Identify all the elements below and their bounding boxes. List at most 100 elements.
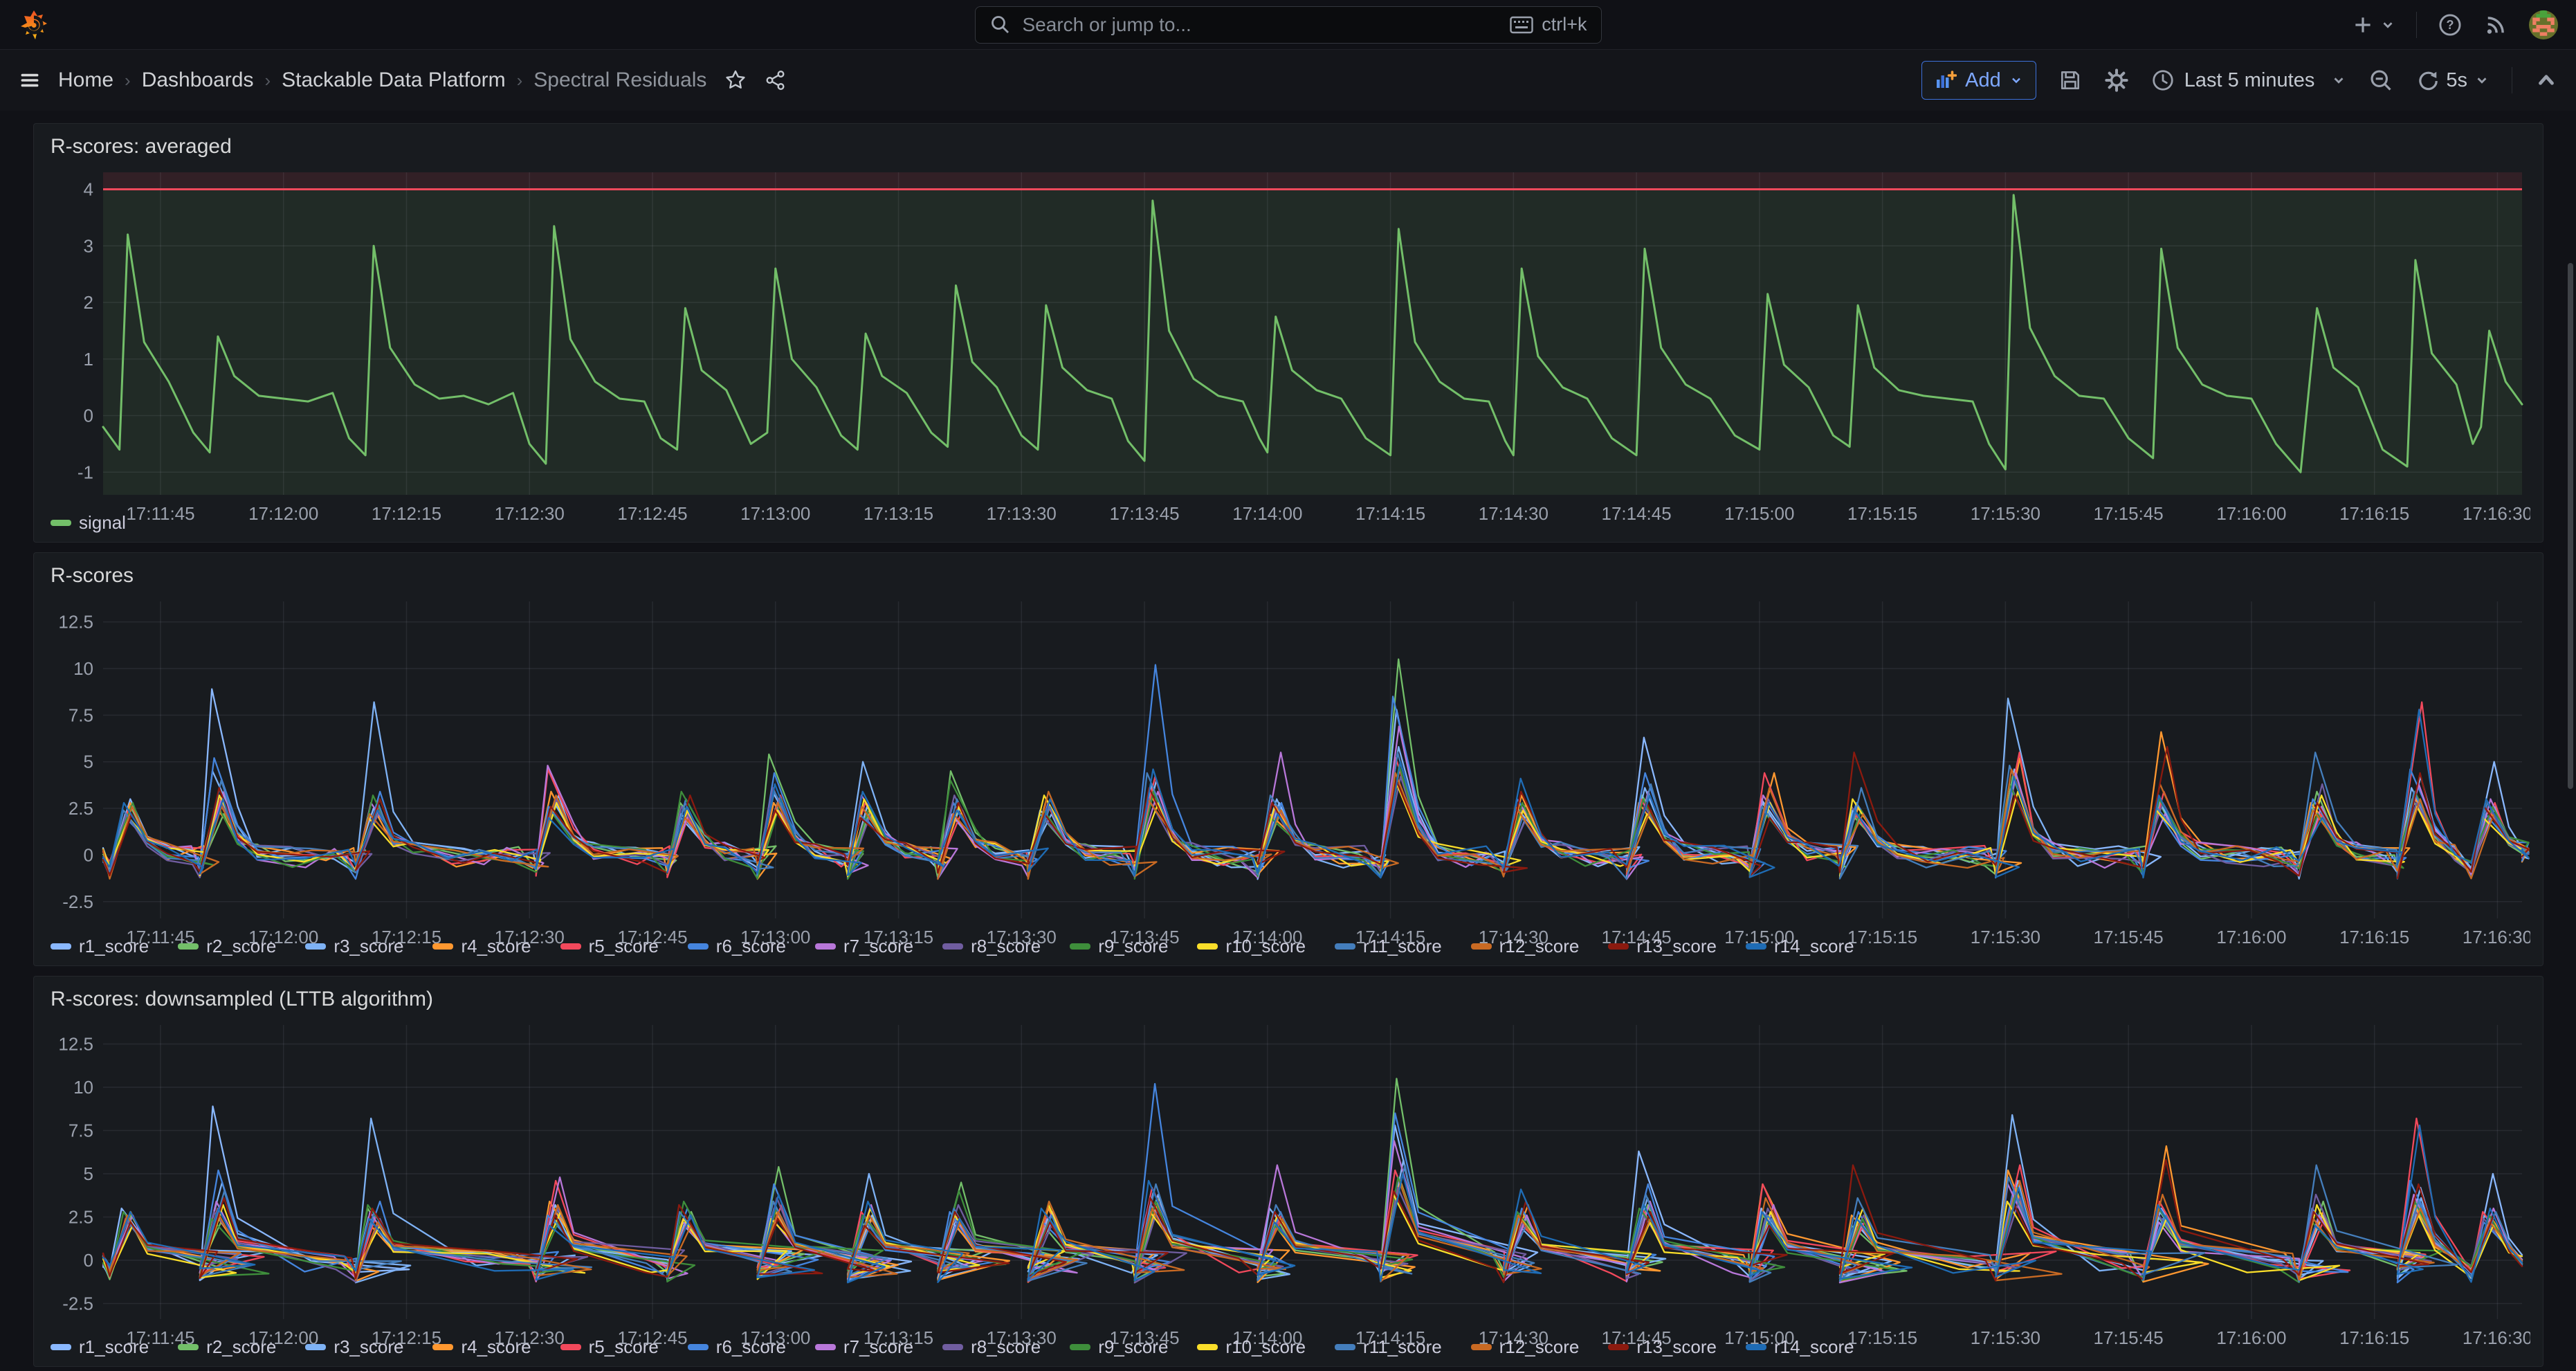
- legend-item-r8_score[interactable]: r8_score: [942, 936, 1041, 957]
- breadcrumb-dashboards[interactable]: Dashboards: [142, 69, 254, 92]
- svg-text:-2.5: -2.5: [62, 891, 93, 912]
- legend-swatch: [560, 943, 581, 950]
- legend-item-r2_score[interactable]: r2_score: [178, 1336, 276, 1358]
- panel-r-scores: R-scores 12.5107.552.50-2.517:11:4517:12…: [33, 552, 2543, 966]
- legend-item-r9_score[interactable]: r9_score: [1070, 936, 1168, 957]
- legend-item-r3_score[interactable]: r3_score: [305, 936, 403, 957]
- svg-text:12.5: 12.5: [58, 1034, 93, 1055]
- breadcrumb-home[interactable]: Home: [58, 69, 113, 92]
- search-shortcut: ctrl+k: [1510, 14, 1587, 35]
- legend-item-r13_score[interactable]: r13_score: [1608, 1336, 1717, 1358]
- legend-label: r13_score: [1636, 936, 1717, 957]
- legend-label: r14_score: [1774, 1336, 1854, 1358]
- breadcrumb-separator: ›: [123, 70, 132, 91]
- legend-swatch: [305, 943, 326, 950]
- legend-item-r6_score[interactable]: r6_score: [688, 936, 786, 957]
- legend-label: r12_score: [1499, 936, 1580, 957]
- legend-item-r14_score[interactable]: r14_score: [1746, 936, 1854, 957]
- legend-item-r4_score[interactable]: r4_score: [432, 936, 531, 957]
- legend-swatch: [178, 1344, 199, 1350]
- legend-item-r11_score[interactable]: r11_score: [1335, 1336, 1442, 1358]
- panel-title[interactable]: R-scores: averaged: [46, 132, 2530, 167]
- legend-item-r6_score[interactable]: r6_score: [688, 1336, 786, 1358]
- legend-item-r7_score[interactable]: r7_score: [815, 1336, 913, 1358]
- grafana-logo[interactable]: [18, 9, 50, 41]
- breadcrumb-separator: ›: [515, 70, 524, 91]
- legend-swatch: [1335, 943, 1355, 950]
- legend-swatch: [51, 943, 71, 950]
- legend-item-r13_score[interactable]: r13_score: [1608, 936, 1717, 957]
- legend-item-r14_score[interactable]: r14_score: [1746, 1336, 1854, 1358]
- legend-item-r9_score[interactable]: r9_score: [1070, 1336, 1168, 1358]
- legend-item-r1_score[interactable]: r1_score: [51, 1336, 149, 1358]
- legend-item-r10_score[interactable]: r10_score: [1197, 1336, 1306, 1358]
- legend-label: r9_score: [1098, 936, 1168, 957]
- legend-label: r1_score: [79, 936, 149, 957]
- mega-menu-toggle-button[interactable]: [18, 69, 42, 92]
- legend-item-r11_score[interactable]: r11_score: [1335, 936, 1442, 957]
- zoom-out-button[interactable]: [2368, 68, 2393, 93]
- breadcrumb-folder[interactable]: Stackable Data Platform: [282, 69, 505, 92]
- legend-label: r5_score: [589, 936, 659, 957]
- legend-swatch: [1608, 1344, 1629, 1350]
- new-menu-button[interactable]: [2351, 13, 2395, 37]
- legend-label: r2_score: [206, 1336, 276, 1358]
- breadcrumb-current-dashboard: Spectral Residuals: [533, 69, 706, 92]
- chevron-down-icon: [2474, 73, 2490, 88]
- legend-item-r7_score[interactable]: r7_score: [815, 936, 913, 957]
- legend-label: r1_score: [79, 1336, 149, 1358]
- legend-item-r3_score[interactable]: r3_score: [305, 1336, 403, 1358]
- time-series-chart-downsampled[interactable]: 12.5107.552.50-2.517:11:4517:12:0017:12:…: [46, 1019, 2530, 1329]
- legend-item-r5_score[interactable]: r5_score: [560, 1336, 659, 1358]
- grafana-dashboard-page: { "topbar": { "search_placeholder": "Sea…: [0, 0, 2576, 1371]
- save-dashboard-button[interactable]: [2058, 69, 2082, 92]
- legend-item-r4_score[interactable]: r4_score: [432, 1336, 531, 1358]
- panel-title[interactable]: R-scores: [46, 561, 2530, 596]
- legend-item-signal[interactable]: signal: [51, 512, 126, 534]
- svg-text:12.5: 12.5: [58, 612, 93, 633]
- panel-title[interactable]: R-scores: downsampled (LTTB algorithm): [46, 985, 2530, 1019]
- legend-swatch: [560, 1344, 581, 1350]
- legend-item-r2_score[interactable]: r2_score: [178, 936, 276, 957]
- legend-swatch: [942, 943, 963, 950]
- share-button[interactable]: [765, 69, 787, 91]
- chevron-down-icon: [2331, 73, 2346, 88]
- legend-item-r8_score[interactable]: r8_score: [942, 1336, 1041, 1358]
- legend-item-r12_score[interactable]: r12_score: [1471, 1336, 1580, 1358]
- help-button[interactable]: ?: [2438, 12, 2463, 37]
- legend-item-r1_score[interactable]: r1_score: [51, 936, 149, 957]
- news-rss-button[interactable]: [2483, 12, 2508, 37]
- legend-label: r6_score: [716, 936, 786, 957]
- page-scrollbar[interactable]: [2568, 263, 2573, 789]
- collapse-toolbar-button[interactable]: [2534, 69, 2558, 92]
- refresh-picker[interactable]: 5s: [2415, 69, 2490, 92]
- add-panel-button[interactable]: Add: [1921, 61, 2036, 100]
- legend-swatch: [305, 1344, 326, 1350]
- chart-legend: r1_score r2_score r3_score r4_score r5_score…: [46, 929, 2530, 960]
- dashboard-settings-button[interactable]: [2104, 68, 2129, 93]
- user-avatar[interactable]: [2529, 10, 2558, 39]
- legend-item-r5_score[interactable]: r5_score: [560, 936, 659, 957]
- svg-text:10: 10: [73, 1077, 93, 1098]
- favorite-star-button[interactable]: [724, 69, 747, 91]
- breadcrumb-separator: ›: [263, 70, 272, 91]
- svg-text:3: 3: [84, 235, 93, 256]
- legend-label: r10_score: [1225, 936, 1306, 957]
- legend-label: r6_score: [716, 1336, 786, 1358]
- chart-legend: signal: [46, 505, 2530, 536]
- refresh-icon: [2415, 69, 2439, 92]
- legend-label: r12_score: [1499, 1336, 1580, 1358]
- svg-text:5: 5: [84, 1163, 93, 1184]
- add-panel-icon: [1935, 69, 1957, 91]
- legend-item-r12_score[interactable]: r12_score: [1471, 936, 1580, 957]
- time-series-chart-rscores[interactable]: 12.5107.552.50-2.517:11:4517:12:0017:12:…: [46, 596, 2530, 929]
- search-placeholder: Search or jump to...: [1023, 14, 1191, 36]
- time-series-chart-averaged[interactable]: 43210-117:11:4517:12:0017:12:1517:12:301…: [46, 167, 2530, 505]
- chevron-down-icon: [2009, 73, 2023, 87]
- svg-text:1: 1: [84, 349, 93, 370]
- time-range-picker[interactable]: Last 5 minutes: [2151, 69, 2347, 92]
- legend-item-r10_score[interactable]: r10_score: [1197, 936, 1306, 957]
- search-input[interactable]: Search or jump to... ctrl+k: [975, 6, 1602, 44]
- legend-label: r3_score: [334, 936, 403, 957]
- legend-label: r9_score: [1098, 1336, 1168, 1358]
